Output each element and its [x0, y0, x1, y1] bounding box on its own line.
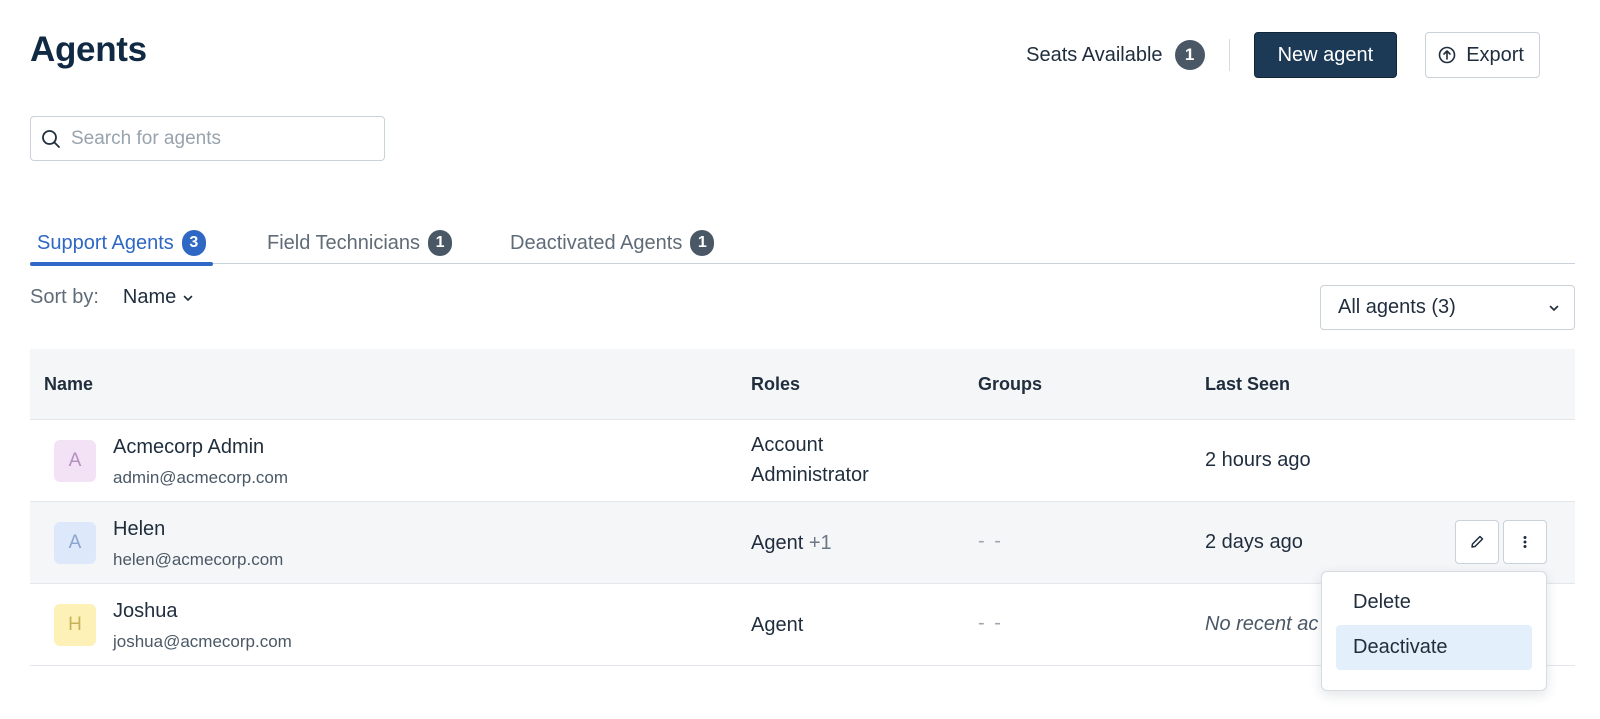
tab-count-badge: 1 — [428, 230, 453, 256]
agent-roles: Account Administrator — [751, 430, 869, 490]
agent-email: helen@acmecorp.com — [113, 550, 284, 569]
pencil-icon — [1471, 535, 1484, 548]
agent-last-seen: 2 days ago — [1205, 531, 1303, 553]
agent-groups: - - — [978, 612, 1003, 634]
row-actions — [1451, 520, 1547, 564]
tab-support-agents[interactable]: Support Agents 3 — [30, 222, 213, 266]
menu-item-delete[interactable]: Delete — [1336, 580, 1532, 625]
agent-name[interactable]: Joshua — [113, 600, 178, 623]
agent-last-seen: 2 hours ago — [1205, 449, 1311, 471]
seats-count-badge: 1 — [1174, 40, 1205, 70]
agent-groups: - - — [978, 530, 1003, 552]
avatar: A — [54, 522, 96, 564]
agent-name[interactable]: Acmecorp Admin — [113, 436, 264, 459]
header-divider — [1228, 39, 1230, 71]
column-header-groups[interactable]: Groups — [978, 374, 1042, 395]
agent-roles: Agent +1 — [751, 528, 832, 558]
column-header-roles[interactable]: Roles — [751, 374, 800, 395]
agent-roles: Agent — [751, 614, 804, 636]
avatar: A — [54, 440, 96, 482]
filter-value: All agents (3) — [1338, 296, 1456, 318]
row-actions-menu: Delete Deactivate — [1321, 571, 1547, 691]
agent-last-seen: No recent ac — [1205, 613, 1319, 635]
new-agent-button[interactable]: New agent — [1253, 32, 1398, 78]
avatar: H — [54, 604, 96, 646]
tab-count-badge: 1 — [690, 230, 715, 256]
search-icon — [42, 129, 60, 148]
chevron-down-icon — [183, 295, 193, 301]
agent-filter-select[interactable]: All agents (3) — [1320, 285, 1575, 330]
page-title: Agents — [30, 30, 147, 69]
table-row[interactable]: A Acmecorp Admin admin@acmecorp.com Acco… — [30, 420, 1575, 502]
column-header-name[interactable]: Name — [44, 374, 93, 395]
agent-tabs: Support Agents 3 Field Technicians 1 Dea… — [30, 222, 1575, 266]
seats-available: Seats Available 1 — [1026, 40, 1205, 70]
tab-field-technicians[interactable]: Field Technicians 1 — [260, 222, 459, 264]
menu-item-deactivate[interactable]: Deactivate — [1336, 625, 1532, 670]
header-actions: Seats Available 1 New agent Export — [1026, 32, 1540, 78]
tab-count-badge: 3 — [181, 230, 206, 256]
chevron-down-icon — [1549, 305, 1559, 311]
search-input[interactable] — [71, 127, 351, 150]
export-label: Export — [1466, 43, 1524, 66]
role-line: Administrator — [751, 464, 869, 486]
more-actions-button[interactable] — [1503, 520, 1547, 564]
tab-label: Deactivated Agents — [510, 231, 683, 254]
table-header: Name Roles Groups Last Seen — [30, 349, 1575, 420]
tab-deactivated-agents[interactable]: Deactivated Agents 1 — [503, 222, 721, 264]
edit-button[interactable] — [1455, 520, 1499, 564]
export-icon — [1438, 46, 1456, 64]
column-header-last-seen[interactable]: Last Seen — [1205, 374, 1290, 395]
seats-label: Seats Available — [1026, 43, 1163, 66]
roles-extra-count[interactable]: +1 — [809, 532, 832, 554]
tab-label: Support Agents — [37, 231, 174, 254]
sort-label: Sort by: — [30, 286, 99, 308]
export-button[interactable]: Export — [1425, 32, 1540, 78]
more-vertical-icon — [1523, 536, 1527, 548]
agent-name[interactable]: Helen — [113, 518, 165, 541]
agent-email: joshua@acmecorp.com — [113, 632, 292, 651]
tab-label: Field Technicians — [267, 231, 421, 254]
sort-control: Sort by: Name — [30, 286, 194, 309]
agent-email: admin@acmecorp.com — [113, 468, 289, 487]
role-name: Agent — [751, 532, 804, 554]
search-box[interactable] — [30, 116, 385, 161]
sort-dropdown[interactable]: Name — [123, 286, 194, 309]
role-line: Account — [751, 434, 824, 456]
sort-value: Name — [122, 286, 177, 308]
